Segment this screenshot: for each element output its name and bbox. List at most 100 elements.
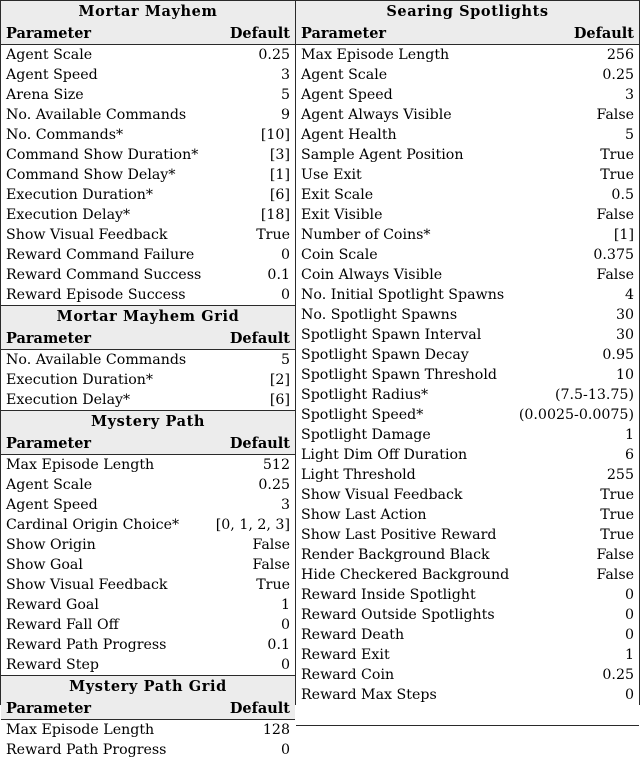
table-row: Coin Always Visible False xyxy=(296,265,639,285)
cell-default: False xyxy=(596,207,634,223)
cell-default: 30 xyxy=(615,307,634,323)
cell-default: 0 xyxy=(624,627,634,643)
cell-default: 512 xyxy=(262,457,290,473)
cell-parameter: Reward Step xyxy=(6,657,99,673)
table-row: Show Last Action True xyxy=(296,505,639,525)
cell-parameter: Show Origin xyxy=(6,537,96,553)
cell-parameter: Spotlight Damage xyxy=(301,427,431,443)
cell-default: 0.1 xyxy=(267,637,290,653)
cell-default: True xyxy=(600,507,634,523)
cell-parameter: Agent Speed xyxy=(6,497,98,513)
table-row: Max Episode Length 512 xyxy=(1,455,295,476)
table-row: Light Dim Off Duration 6 xyxy=(296,445,639,465)
cell-default: (7.5-13.75) xyxy=(554,387,634,403)
table-row: Command Show Delay* [1] xyxy=(1,165,295,185)
cell-parameter: Reward Command Failure xyxy=(6,247,195,263)
table-row: Max Episode Length 128 xyxy=(1,720,295,741)
cell-default: True xyxy=(600,487,634,503)
cell-default: False xyxy=(252,557,290,573)
cell-parameter: Reward Fall Off xyxy=(6,617,119,633)
table-row: Execution Duration* [6] xyxy=(1,185,295,205)
table-row: Agent Scale 0.25 xyxy=(1,45,295,66)
cell-default: [1] xyxy=(269,167,290,183)
table-row: Reward Exit 1 xyxy=(296,645,639,665)
cell-parameter: Reward Path Progress xyxy=(6,637,167,653)
cell-default: 1 xyxy=(624,647,634,663)
cell-default: 1 xyxy=(280,597,290,613)
table-row: Agent Health 5 xyxy=(296,125,639,145)
table-block-title-row: Searing Spotlights xyxy=(296,1,639,23)
cell-default: 0 xyxy=(280,247,290,263)
table-bottom-rule-spacer xyxy=(296,705,639,726)
cell-parameter: Max Episode Length xyxy=(6,722,155,738)
cell-parameter: Reward Path Progress xyxy=(6,742,167,758)
cell-default: [18] xyxy=(260,207,290,223)
cell-default: 0 xyxy=(624,687,634,703)
cell-default: 0.375 xyxy=(593,247,634,263)
cell-parameter: Sample Agent Position xyxy=(301,147,464,163)
cell-parameter: Show Visual Feedback xyxy=(301,487,463,503)
cell-parameter: Show Visual Feedback xyxy=(6,227,168,243)
cell-parameter: Exit Scale xyxy=(301,187,374,203)
cell-parameter: No. Available Commands xyxy=(6,107,187,123)
right-parameter-table: Searing Spotlights Parameter Default Max… xyxy=(296,1,639,726)
table-row: Reward Outside Spotlights 0 xyxy=(296,605,639,625)
table-block-title-row: Mystery Path Grid xyxy=(1,675,295,698)
table-row: Reward Fall Off 0 xyxy=(1,615,295,635)
table-row: Reward Step 0 xyxy=(1,655,295,676)
cell-default: 5 xyxy=(624,127,634,143)
cell-parameter: Spotlight Speed* xyxy=(301,407,424,423)
cell-parameter: Number of Coins* xyxy=(301,227,431,243)
cell-parameter: Agent Scale xyxy=(6,47,93,63)
cell-default: False xyxy=(596,547,634,563)
cell-parameter: Execution Duration* xyxy=(6,372,154,388)
cell-parameter: Reward Exit xyxy=(301,647,390,663)
cell-parameter: Agent Scale xyxy=(6,477,93,493)
table-row: Reward Path Progress 0.1 xyxy=(1,635,295,655)
cell-parameter: Spotlight Radius* xyxy=(301,387,429,403)
table-block-title-row: Mortar Mayhem Grid xyxy=(1,305,295,328)
table-row: Spotlight Spawn Threshold 10 xyxy=(296,365,639,385)
cell-parameter: Show Visual Feedback xyxy=(6,577,168,593)
cell-default: 1 xyxy=(624,427,634,443)
cell-parameter: Agent Speed xyxy=(6,67,98,83)
column-header-default: Default xyxy=(183,23,295,45)
cell-default: False xyxy=(252,537,290,553)
cell-default: 0.25 xyxy=(602,667,634,683)
cell-default: 0.25 xyxy=(602,67,634,83)
cell-default: 0 xyxy=(624,587,634,603)
cell-default: [6] xyxy=(269,392,290,408)
table-row: Spotlight Radius* (7.5-13.75) xyxy=(296,385,639,405)
column-header-default: Default xyxy=(183,328,295,350)
filler-cell xyxy=(296,705,639,726)
table-row: Show Last Positive Reward True xyxy=(296,525,639,545)
table-row: No. Available Commands 5 xyxy=(1,350,295,371)
cell-parameter: Agent Speed xyxy=(301,87,393,103)
table-header-row: Parameter Default xyxy=(1,23,295,45)
block-title: Searing Spotlights xyxy=(296,1,639,23)
two-column-layout: Mortar Mayhem Parameter Default Agent Sc… xyxy=(0,0,640,758)
table-row: Show Origin False xyxy=(1,535,295,555)
table-row: Use Exit True xyxy=(296,165,639,185)
table-row: Reward Death 0 xyxy=(296,625,639,645)
table-row: Exit Visible False xyxy=(296,205,639,225)
column-header-parameter: Parameter xyxy=(296,23,516,45)
block-title: Mystery Path Grid xyxy=(1,675,295,698)
table-row: Agent Speed 3 xyxy=(1,65,295,85)
cell-default: 0 xyxy=(280,287,290,303)
table-row: Spotlight Spawn Decay 0.95 xyxy=(296,345,639,365)
table-block-title-row: Mystery Path xyxy=(1,410,295,433)
cell-parameter: No. Available Commands xyxy=(6,352,187,368)
cell-default: 4 xyxy=(624,287,634,303)
cell-default: 30 xyxy=(615,327,634,343)
bottom-rule-line xyxy=(296,725,639,726)
table-row: No. Spotlight Spawns 30 xyxy=(296,305,639,325)
cell-default: 9 xyxy=(280,107,290,123)
table-header-row: Parameter Default xyxy=(1,433,295,455)
left-column: Mortar Mayhem Parameter Default Agent Sc… xyxy=(0,0,296,758)
cell-parameter: Agent Always Visible xyxy=(301,107,452,123)
left-parameter-table: Mortar Mayhem Parameter Default Agent Sc… xyxy=(1,1,295,760)
table-row: Command Show Duration* [3] xyxy=(1,145,295,165)
table-row: Hide Checkered Background False xyxy=(296,565,639,585)
table-row: Show Visual Feedback True xyxy=(1,225,295,245)
